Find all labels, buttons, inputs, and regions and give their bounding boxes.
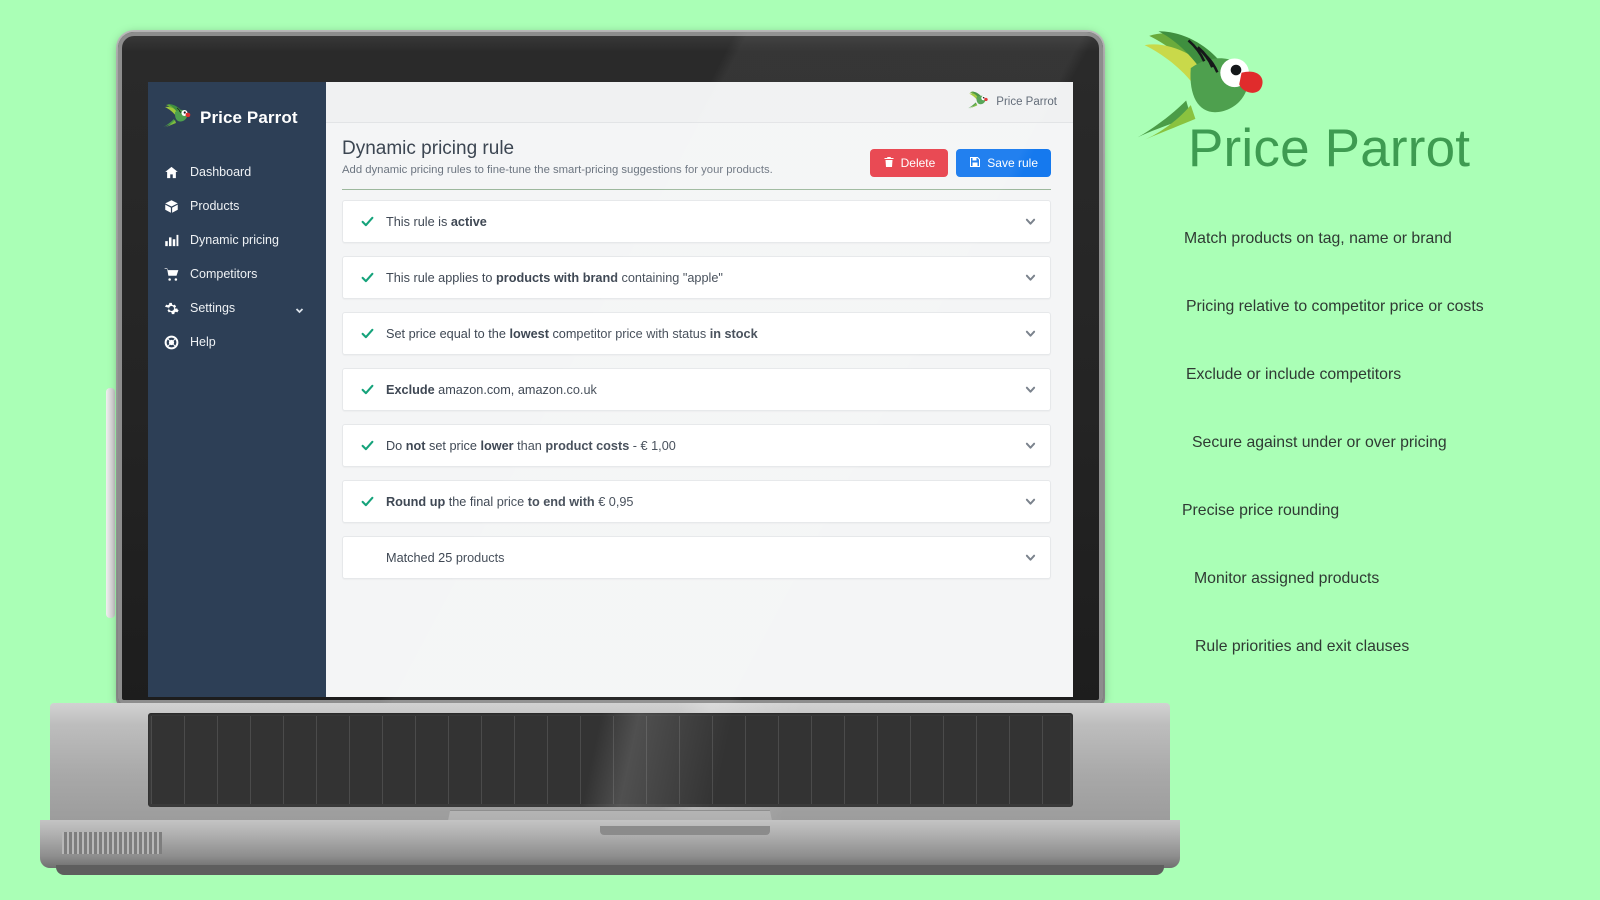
rule-text: Matched 25 products <box>386 550 505 565</box>
home-icon <box>163 164 179 180</box>
page-title: Dynamic pricing rule <box>342 138 515 159</box>
topbar: Price Parrot <box>326 82 1073 123</box>
sidebar-item-dynamic-pricing[interactable]: Dynamic pricing <box>148 223 326 257</box>
chevron-down-icon[interactable] <box>1024 552 1036 563</box>
sidebar-item-products[interactable]: Products <box>148 189 326 223</box>
check-icon <box>361 439 375 452</box>
chevron-down-icon[interactable] <box>1024 328 1036 339</box>
sidebar-item-label: Help <box>190 335 216 349</box>
sidebar-item-help[interactable]: Help <box>148 325 326 359</box>
topbar-brand-label: Price Parrot <box>996 96 1057 108</box>
sidebar-item-settings[interactable]: Settings <box>148 291 326 325</box>
check-icon <box>361 215 375 228</box>
rule-row[interactable]: Matched 25 products <box>342 536 1051 579</box>
laptop-screen-bezel: Price Parrot Dashboard Products Dynamic … <box>118 32 1103 704</box>
chevron-down-icon[interactable] <box>1024 496 1036 507</box>
box-icon <box>163 198 179 214</box>
life-ring-icon <box>163 334 179 350</box>
page-body: Dynamic pricing rule Add dynamic pricing… <box>326 123 1073 592</box>
rules-list: This rule is active This rule applies to … <box>342 200 1051 579</box>
hero-title: Price Parrot <box>1188 119 1471 178</box>
sidebar-item-label: Competitors <box>190 267 258 281</box>
chevron-down-icon[interactable] <box>1024 272 1036 283</box>
chevron-down-icon[interactable] <box>1024 216 1036 227</box>
feature-line: Match products on tag, name or brand <box>1184 230 1452 247</box>
delete-button[interactable]: Delete <box>869 149 949 177</box>
sidebar-item-label: Settings <box>190 301 236 315</box>
check-icon <box>361 495 375 508</box>
check-icon <box>361 383 375 396</box>
laptop-base-lip <box>600 826 770 835</box>
rule-row[interactable]: This rule applies to products with brand… <box>342 256 1051 299</box>
sidebar-item-dashboard[interactable]: Dashboard <box>148 155 326 189</box>
save-rule-button[interactable]: Save rule <box>956 149 1051 177</box>
laptop-keyboard <box>148 713 1073 807</box>
bar-chart-icon <box>163 232 179 248</box>
sidebar-brand-label: Price Parrot <box>200 107 298 127</box>
sidebar-item-label: Products <box>190 199 240 213</box>
chevron-down-icon <box>295 304 304 313</box>
sidebar-item-label: Dashboard <box>190 165 252 179</box>
keyboard-glare <box>148 713 1073 807</box>
title-divider <box>342 189 1051 190</box>
rule-row[interactable]: Exclude amazon.com, amazon.co.uk <box>342 368 1051 411</box>
floppy-save-icon <box>969 156 981 170</box>
check-icon <box>361 271 375 284</box>
rule-text: This rule applies to products with brand… <box>386 270 723 285</box>
save-rule-button-label: Save rule <box>987 156 1038 170</box>
laptop-base-shadow <box>56 865 1164 875</box>
feature-line: Monitor assigned products <box>1194 570 1380 587</box>
check-icon <box>361 327 375 340</box>
content-area: Price Parrot Dynamic pricing rule Add dy… <box>326 82 1073 697</box>
delete-button-label: Delete <box>900 156 936 170</box>
rule-row[interactable]: Round up the final price to end with € 0… <box>342 480 1051 523</box>
feature-line: Pricing relative to competitor price or … <box>1186 298 1484 315</box>
shopping-cart-icon <box>163 266 179 282</box>
feature-line: Exclude or include competitors <box>1186 366 1402 383</box>
rule-row[interactable]: Set price equal to the lowest competitor… <box>342 312 1051 355</box>
sidebar: Price Parrot Dashboard Products Dynamic … <box>148 82 326 697</box>
feature-line: Rule priorities and exit clauses <box>1195 638 1410 655</box>
page-header-text: Dynamic pricing rule Add dynamic pricing… <box>342 137 773 176</box>
feature-line: Secure against under or over pricing <box>1192 434 1447 451</box>
chevron-down-icon[interactable] <box>1024 384 1036 395</box>
rule-text: Exclude amazon.com, amazon.co.uk <box>386 382 597 397</box>
rule-row[interactable]: This rule is active <box>342 200 1051 243</box>
laptop-vent-slots <box>62 832 162 854</box>
sidebar-item-label: Dynamic pricing <box>190 233 279 247</box>
application-screen: Price Parrot Dashboard Products Dynamic … <box>148 82 1073 697</box>
rule-text: Set price equal to the lowest competitor… <box>386 326 758 341</box>
sidebar-brand[interactable]: Price Parrot <box>148 98 326 155</box>
laptop-mockup: Price Parrot Dashboard Products Dynamic … <box>40 20 1180 880</box>
rule-text: Do not set price lower than product cost… <box>386 438 676 453</box>
chevron-down-icon[interactable] <box>1024 440 1036 451</box>
parrot-logo-icon <box>967 90 989 114</box>
trash-icon <box>883 156 895 170</box>
feature-list: Match products on tag, name or brand Pric… <box>1120 205 1590 681</box>
page-header: Dynamic pricing rule Add dynamic pricing… <box>342 137 1051 177</box>
page-subtitle: Add dynamic pricing rules to fine-tune t… <box>342 163 773 176</box>
marketing-panel: Price Parrot Match products on tag, name… <box>1120 0 1600 900</box>
rule-row[interactable]: Do not set price lower than product cost… <box>342 424 1051 467</box>
rule-text: Round up the final price to end with € 0… <box>386 494 634 509</box>
page-header-actions: Delete Save rule <box>869 137 1051 177</box>
feature-line: Precise price rounding <box>1182 502 1340 519</box>
laptop-hinge-strip <box>106 388 115 618</box>
rule-text: This rule is active <box>386 214 487 229</box>
gear-icon <box>163 300 179 316</box>
parrot-logo-icon <box>162 102 192 133</box>
sidebar-item-competitors[interactable]: Competitors <box>148 257 326 291</box>
